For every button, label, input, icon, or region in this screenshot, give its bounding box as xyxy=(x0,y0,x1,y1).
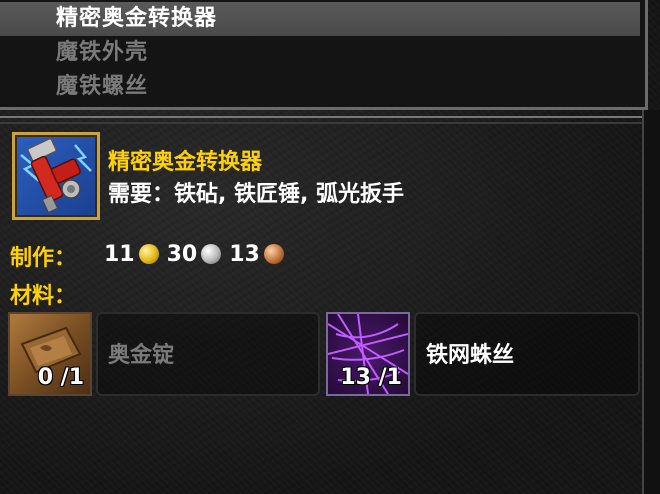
reagent-count: 0 /1 xyxy=(37,365,84,390)
scrollbar-track[interactable] xyxy=(642,110,660,494)
required-tools: 需要：铁砧, 铁匠锤, 弧光扳手 xyxy=(108,182,405,207)
materials-label: 材料： xyxy=(10,284,77,309)
reagent-slot[interactable]: 13 /1 铁网蛛丝 xyxy=(326,312,642,396)
recipe-row-selected[interactable]: 精密奥金转换器 xyxy=(0,2,640,36)
reagent-count: 13 /1 xyxy=(340,365,402,390)
recipe-row[interactable]: 魔铁螺丝 xyxy=(0,70,640,104)
cost-label: 制作： xyxy=(10,246,77,271)
silver-amount: 30 xyxy=(166,241,198,267)
recipe-row[interactable]: 魔铁外壳 xyxy=(0,36,640,70)
reagent-slot[interactable]: 0 /1 奥金锭 xyxy=(8,312,322,396)
gold-coin-icon xyxy=(138,244,159,264)
gold-amount: 11 xyxy=(104,241,135,267)
reagent-name: 奥金锭 xyxy=(96,312,320,396)
item-title: 精密奥金转换器 xyxy=(108,150,263,175)
spider-silk-icon[interactable]: 13 /1 xyxy=(326,312,410,396)
recipe-list: 精密奥金转换器 魔铁外壳 魔铁螺丝 xyxy=(0,0,648,110)
reagent-name: 铁网蛛丝 xyxy=(414,312,640,396)
cost-value: 11 30 13 xyxy=(104,240,292,268)
adamantite-bar-icon[interactable]: 0 /1 xyxy=(8,312,92,396)
copper-amount: 13 xyxy=(229,241,260,267)
copper-coin-icon xyxy=(263,244,284,264)
tradeskill-window: 精密奥金转换器 魔铁外壳 魔铁螺丝 精密奥金转换器 需要：铁砧, 铁匠锤, 弧光… xyxy=(0,0,660,494)
wrench-gadget-icon[interactable] xyxy=(12,132,100,220)
silver-coin-icon xyxy=(201,244,222,264)
panel-divider xyxy=(0,116,648,124)
